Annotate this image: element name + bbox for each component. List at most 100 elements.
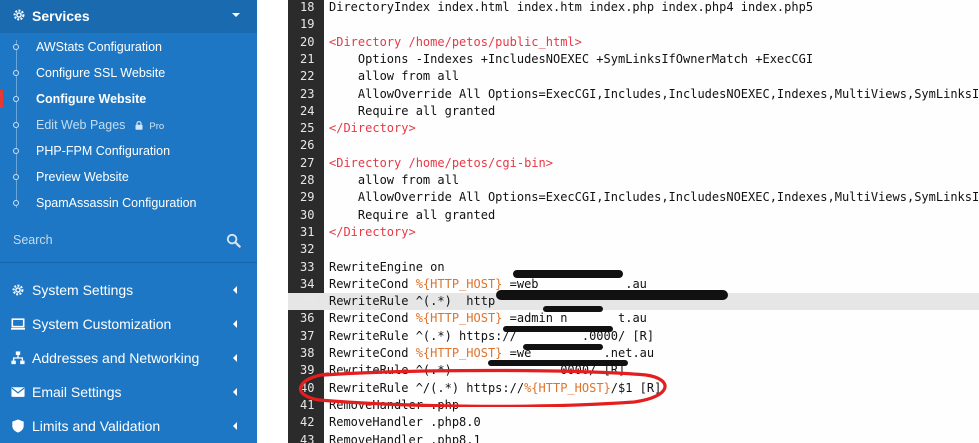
code-line[interactable]: 22 allow from all	[288, 68, 979, 85]
code-line[interactable]: 42 RemoveHandler .php8.0	[288, 414, 979, 431]
chevron-left-icon	[233, 388, 237, 396]
pro-badge: Pro	[149, 121, 165, 132]
line-number: 30	[300, 207, 315, 222]
code-line[interactable]: 31 </Directory>	[288, 224, 979, 241]
code-line[interactable]: 18 DirectoryIndex index.html index.htm in…	[288, 0, 979, 16]
line-number: 22	[300, 69, 315, 84]
bullet-icon	[13, 70, 19, 76]
line-number: 33	[300, 259, 315, 274]
line-number: 38	[300, 346, 315, 360]
chevron-left-icon	[233, 422, 237, 430]
code-text[interactable]: RewriteCond %{HTTP_HOST} =admin n t.au	[329, 310, 647, 327]
code-line[interactable]: 38 RewriteCond %{HTTP_HOST} =we .net.au	[288, 345, 979, 362]
redaction-mark	[496, 290, 728, 300]
line-number: 42	[300, 415, 315, 430]
line-number: 20	[300, 34, 315, 49]
code-line[interactable]: 19	[288, 16, 979, 33]
content-margin	[257, 0, 288, 443]
bullet-icon	[13, 148, 19, 154]
code-text[interactable]: RemoveHandler .php8.0	[329, 414, 481, 431]
line-number: 27	[300, 155, 315, 170]
redaction-mark	[503, 326, 613, 332]
code-line[interactable]: 28 allow from all	[288, 172, 979, 189]
line-number: 31	[300, 224, 315, 239]
sidebar-item-edit-web-pages[interactable]: Edit Web Pages Pro	[0, 112, 257, 138]
code-line[interactable]: 23 AllowOverride All Options=ExecCGI,Inc…	[288, 86, 979, 103]
annotation-circle	[298, 368, 667, 407]
code-line[interactable]: 36 RewriteCond %{HTTP_HOST} =admin n t.au	[288, 310, 979, 327]
sidebar-search[interactable]: Search	[0, 227, 257, 255]
redaction-mark	[513, 270, 623, 278]
redaction-mark	[523, 344, 603, 350]
code-line[interactable]: 24 Require all granted	[288, 103, 979, 120]
sidebar-item-preview-website[interactable]: Preview Website	[0, 164, 257, 190]
code-line[interactable]: 25 </Directory>	[288, 120, 979, 137]
code-text[interactable]: Require all granted	[329, 103, 495, 120]
code-text[interactable]: </Directory>	[329, 120, 416, 137]
code-text[interactable]: allow from all	[329, 172, 459, 189]
code-text[interactable]: Options -Indexes +IncludesNOEXEC +SymLin…	[329, 51, 813, 68]
code-text[interactable]: <Directory /home/petos/public_html>	[329, 34, 582, 51]
code-line[interactable]: 37 RewriteRule ^(.*) https:// .0000/ [R]	[288, 328, 979, 345]
search-icon[interactable]	[226, 233, 241, 248]
lock-icon	[135, 121, 143, 130]
code-line[interactable]: 30 Require all granted	[288, 207, 979, 224]
chevron-left-icon	[233, 286, 237, 294]
sidebar-header-label: Services	[32, 8, 90, 24]
sidebar-divider	[0, 262, 257, 263]
code-text[interactable]: RemoveHandler .php8.1	[329, 432, 481, 443]
code-text[interactable]: Require all granted	[329, 207, 495, 224]
sidebar-item-label: PHP-FPM Configuration	[36, 144, 171, 158]
code-text[interactable]: RewriteEngine on	[329, 259, 445, 276]
sidebar-item-label: Edit Web Pages	[36, 118, 126, 132]
search-input[interactable]: Search	[13, 233, 53, 247]
sidebar-item-content: Edit Web Pages Pro	[36, 117, 164, 135]
bullet-icon	[13, 96, 19, 102]
active-marker	[0, 90, 3, 108]
code-line[interactable]: 43 RemoveHandler .php8.1	[288, 432, 979, 443]
sidebar-item-spamassassin[interactable]: SpamAssassin Configuration	[0, 190, 257, 216]
code-text[interactable]: AllowOverride All Options=ExecCGI,Includ…	[329, 189, 979, 206]
line-number: 25	[300, 121, 315, 136]
sidebar-category-system-customization[interactable]: System Customization	[0, 307, 257, 341]
line-number: 28	[300, 173, 315, 187]
code-text[interactable]: DirectoryIndex index.html index.htm inde…	[329, 0, 813, 16]
sidebar-item-label: Preview Website	[36, 170, 129, 184]
code-text[interactable]: allow from all	[329, 68, 459, 85]
sidebar-category-system-settings[interactable]: System Settings	[0, 273, 257, 307]
code-line[interactable]: 29 AllowOverride All Options=ExecCGI,Inc…	[288, 189, 979, 206]
code-line[interactable]: 32	[288, 241, 979, 258]
code-line[interactable]: 26	[288, 137, 979, 154]
sidebar-category-limits-validation[interactable]: Limits and Validation	[0, 409, 257, 443]
sidebar-category-label: System Customization	[32, 316, 172, 332]
line-number: 37	[300, 328, 315, 343]
sidebar-category-addresses-networking[interactable]: Addresses and Networking	[0, 341, 257, 375]
code-line[interactable]: 33 RewriteEngine on	[288, 259, 979, 276]
line-number: 43	[300, 432, 315, 443]
sidebar-category-email-settings[interactable]: Email Settings	[0, 375, 257, 409]
bullet-icon	[13, 200, 19, 206]
sidebar-header-services[interactable]: Services	[0, 0, 257, 33]
monitor-icon	[11, 318, 25, 330]
sidebar: Services AWStats Configuration Configure…	[0, 0, 257, 443]
code-text[interactable]: RewriteRule ^(.*) http	[329, 293, 495, 310]
chevron-left-icon	[233, 354, 237, 362]
sidebar-item-configure-website[interactable]: Configure Website	[0, 86, 257, 112]
sidebar-category-label: Limits and Validation	[32, 418, 161, 434]
code-text[interactable]: <Directory /home/petos/cgi-bin>	[329, 155, 553, 172]
shield-icon	[12, 419, 24, 433]
line-number: 19	[300, 17, 315, 32]
code-line[interactable]: 27 <Directory /home/petos/cgi-bin>	[288, 155, 979, 172]
line-number: 24	[300, 103, 315, 118]
gear-icon	[12, 284, 24, 296]
code-text[interactable]: AllowOverride All Options=ExecCGI,Includ…	[329, 86, 979, 103]
code-text[interactable]: </Directory>	[329, 224, 416, 241]
network-icon	[11, 351, 25, 365]
sidebar-category-label: Email Settings	[32, 384, 122, 400]
code-line[interactable]: 21 Options -Indexes +IncludesNOEXEC +Sym…	[288, 51, 979, 68]
redaction-mark	[488, 360, 628, 366]
sidebar-item-awstats[interactable]: AWStats Configuration	[0, 34, 257, 60]
code-line[interactable]: 20 <Directory /home/petos/public_html>	[288, 34, 979, 51]
sidebar-item-php-fpm[interactable]: PHP-FPM Configuration	[0, 138, 257, 164]
sidebar-item-configure-ssl[interactable]: Configure SSL Website	[0, 60, 257, 86]
